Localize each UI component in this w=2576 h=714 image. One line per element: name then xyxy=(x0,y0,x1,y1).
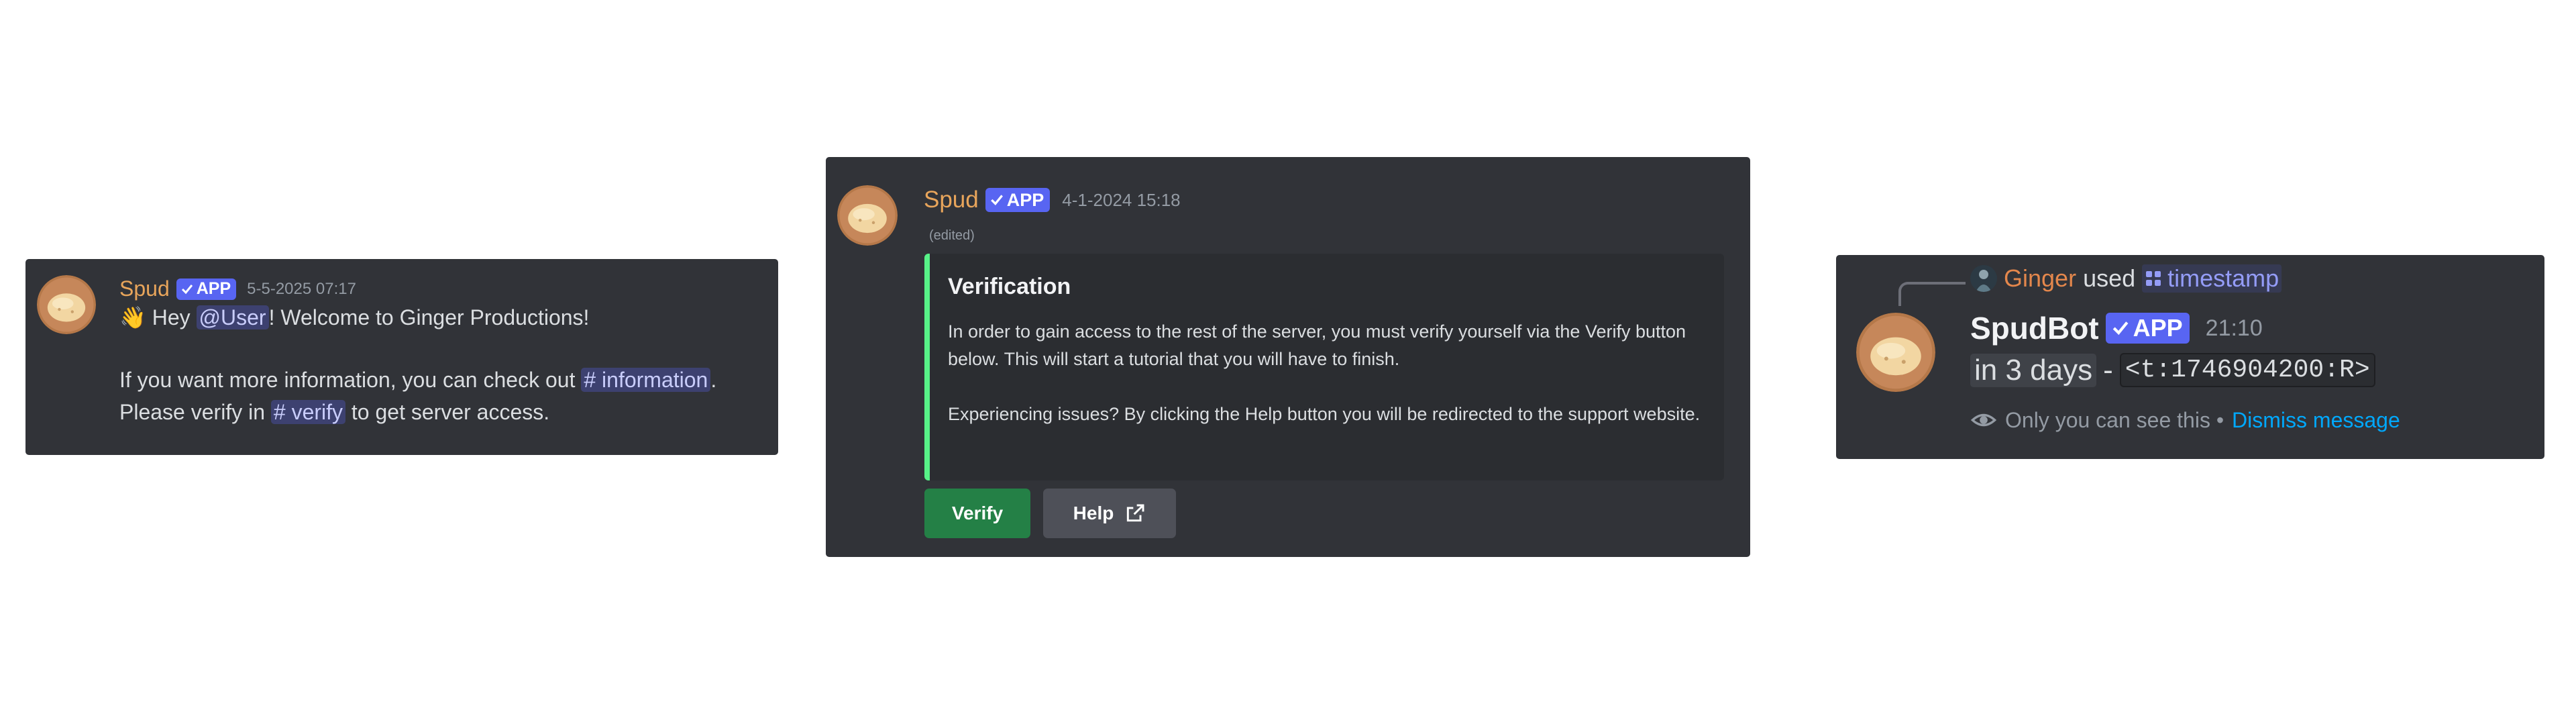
message-card-ephemeral: Ginger used timestamp SpudBot APP 21:10 … xyxy=(1836,255,2544,459)
help-button-label: Help xyxy=(1073,503,1114,523)
message-timestamp: 5-5-2025 07:17 xyxy=(247,279,356,298)
verification-embed: Verification In order to gain access to … xyxy=(924,254,1724,480)
channel-mention-information[interactable]: # information xyxy=(581,368,711,392)
embed-paragraph: In order to gain access to the rest of t… xyxy=(948,321,1686,369)
embed-paragraph: Experiencing issues? By clicking the Hel… xyxy=(948,404,1701,424)
text: ! Welcome to Ginger Productions! xyxy=(268,305,590,329)
command-reply-header: Ginger used timestamp xyxy=(1970,264,2282,293)
app-badge: APP xyxy=(985,188,1051,212)
checkmark-icon xyxy=(990,195,1003,205)
dismiss-message-link[interactable]: Dismiss message xyxy=(2232,408,2400,433)
help-button[interactable]: Help xyxy=(1043,489,1176,538)
waving-hand-emoji: 👋 xyxy=(119,305,146,329)
inline-code: <t:1746904200:R> xyxy=(2119,353,2375,387)
embed-description: In order to gain access to the rest of t… xyxy=(948,318,1706,428)
text: Please verify in xyxy=(119,400,271,424)
app-badge-label: APP xyxy=(2133,314,2183,342)
app-badge-label: APP xyxy=(1006,189,1044,210)
user-mention[interactable]: @User xyxy=(196,305,269,329)
verify-button[interactable]: Verify xyxy=(924,489,1030,538)
spudbot-avatar[interactable] xyxy=(1856,313,1935,392)
author-name[interactable]: Spud xyxy=(924,187,979,213)
reply-used-text: used xyxy=(2083,264,2136,292)
slash-command-name: timestamp xyxy=(2167,264,2279,292)
checkmark-icon xyxy=(2112,321,2129,336)
embed-title: Verification xyxy=(948,274,1071,299)
eye-icon xyxy=(1970,413,1997,427)
message-card-welcome: Spud APP 5-5-2025 07:17 👋 Hey @User! Wel… xyxy=(25,259,778,455)
app-badge: APP xyxy=(2105,313,2190,344)
app-badge-label: APP xyxy=(196,279,231,298)
message-header: Spud APP 5-5-2025 07:17 xyxy=(119,276,356,301)
message-header: Spud APP 4-1-2024 15:18 xyxy=(924,187,1181,213)
ginger-avatar[interactable] xyxy=(1970,265,1997,292)
reply-connector xyxy=(1898,282,1966,306)
ephemeral-text: Only you can see this • xyxy=(2005,407,2224,432)
message-card-verification: Spud APP 4-1-2024 15:18 (edited) Verific… xyxy=(826,157,1750,557)
author-name[interactable]: Spud xyxy=(119,276,170,301)
relative-timestamp[interactable]: in 3 days xyxy=(1970,353,2097,387)
spud-avatar[interactable] xyxy=(37,275,96,334)
slash-command-icon xyxy=(2146,271,2161,286)
checkmark-icon xyxy=(181,284,193,294)
app-badge: APP xyxy=(176,278,237,300)
message-timestamp: 4-1-2024 15:18 xyxy=(1062,189,1181,210)
edited-label: (edited) xyxy=(929,228,975,243)
verify-button-label: Verify xyxy=(951,503,1004,523)
message-header: SpudBot APP 21:10 xyxy=(1970,310,2263,346)
text: . xyxy=(710,368,717,392)
spud-avatar[interactable] xyxy=(837,185,898,246)
message-line-1: 👋 Hey @User! Welcome to Ginger Productio… xyxy=(119,305,589,330)
slash-command[interactable]: timestamp xyxy=(2142,264,2282,293)
message-line-3: Please verify in # verify to get server … xyxy=(119,400,549,425)
ephemeral-notice: Only you can see this • Dismiss message xyxy=(1970,407,2400,434)
text: Hey xyxy=(146,305,197,329)
external-link-icon xyxy=(1127,504,1144,522)
text: If you want more information, you can ch… xyxy=(119,368,582,392)
text: to get server access. xyxy=(345,400,550,424)
channel-mention-verify[interactable]: # verify xyxy=(270,400,346,424)
message-content: in 3 days - <t:1746904200:R> xyxy=(1970,353,2375,387)
message-line-2: If you want more information, you can ch… xyxy=(119,368,716,393)
author-name[interactable]: SpudBot xyxy=(1970,310,2099,346)
reply-user-name[interactable]: Ginger xyxy=(2004,264,2076,293)
message-timestamp: 21:10 xyxy=(2205,315,2263,341)
separator: - xyxy=(2103,353,2113,387)
